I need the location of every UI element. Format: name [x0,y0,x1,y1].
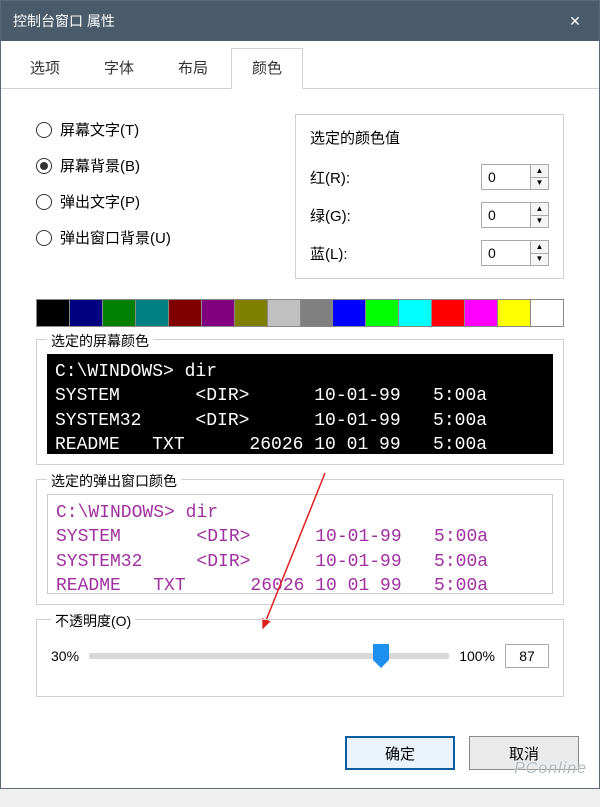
slider-thumb[interactable] [373,644,389,668]
spin-down-icon[interactable]: ▼ [531,216,548,228]
radio-popup-text[interactable]: 弹出文字(P) [36,191,275,212]
close-icon: ✕ [569,13,581,30]
popup-color-preview: 选定的弹出窗口颜色 C:\WINDOWS> dir SYSTEM <DIR> 1… [36,479,564,605]
color-swatch[interactable] [465,300,498,326]
properties-window: 控制台窗口 属性 ✕ 选项 字体 布局 颜色 屏幕文字(T) 屏幕背景(B) [0,0,600,789]
green-spinner[interactable]: ▲ ▼ [481,202,549,228]
color-swatch[interactable] [333,300,366,326]
spin-down-icon[interactable]: ▼ [531,254,548,266]
screen-color-preview: 选定的屏幕颜色 C:\WINDOWS> dir SYSTEM <DIR> 10-… [36,339,564,465]
window-title: 控制台窗口 属性 [13,11,115,31]
green-label: 绿(G): [310,205,473,226]
opacity-input[interactable] [505,644,549,668]
opacity-group: 不透明度(O) 30% 100% [36,619,564,697]
spin-up-icon[interactable]: ▲ [531,203,548,216]
spin-up-icon[interactable]: ▲ [531,241,548,254]
radio-icon [36,194,52,210]
color-swatch[interactable] [103,300,136,326]
radio-popup-bg[interactable]: 弹出窗口背景(U) [36,227,275,248]
spin-down-icon[interactable]: ▼ [531,178,548,190]
radio-screen-bg[interactable]: 屏幕背景(B) [36,155,275,176]
close-button[interactable]: ✕ [551,1,599,41]
color-swatch[interactable] [531,300,563,326]
tab-font[interactable]: 字体 [83,48,155,89]
tab-strip: 选项 字体 布局 颜色 [1,41,599,89]
color-swatch[interactable] [70,300,103,326]
radio-icon [36,230,52,246]
blue-input[interactable] [482,241,530,265]
color-swatch[interactable] [268,300,301,326]
green-input[interactable] [482,203,530,227]
console-preview-popup: C:\WINDOWS> dir SYSTEM <DIR> 10-01-99 5:… [47,494,553,594]
color-target-radios: 屏幕文字(T) 屏幕背景(B) 弹出文字(P) 弹出窗口背景(U) [36,114,275,279]
radio-icon [36,122,52,138]
tab-layout[interactable]: 布局 [157,48,229,89]
color-swatch[interactable] [202,300,235,326]
group-title: 选定的颜色值 [310,127,549,148]
cancel-button[interactable]: 取消 [469,736,579,770]
color-swatch[interactable] [235,300,268,326]
dialog-buttons: 确定 取消 [1,722,599,788]
color-swatch[interactable] [37,300,70,326]
ok-button[interactable]: 确定 [345,736,455,770]
selected-color-values: 选定的颜色值 红(R): ▲ ▼ 绿(G): [295,114,564,279]
tab-options[interactable]: 选项 [9,48,81,89]
color-swatches [36,299,564,327]
color-swatch[interactable] [301,300,334,326]
spin-up-icon[interactable]: ▲ [531,165,548,178]
red-spinner[interactable]: ▲ ▼ [481,164,549,190]
color-swatch[interactable] [136,300,169,326]
color-swatch[interactable] [399,300,432,326]
console-preview-screen: C:\WINDOWS> dir SYSTEM <DIR> 10-01-99 5:… [47,354,553,454]
radio-icon [36,158,52,174]
tab-colors[interactable]: 颜色 [231,48,303,89]
color-swatch[interactable] [366,300,399,326]
color-swatch[interactable] [432,300,465,326]
blue-label: 蓝(L): [310,243,473,264]
opacity-min: 30% [51,648,79,664]
color-swatch[interactable] [498,300,531,326]
opacity-slider[interactable] [89,653,449,659]
red-input[interactable] [482,165,530,189]
blue-spinner[interactable]: ▲ ▼ [481,240,549,266]
titlebar: 控制台窗口 属性 ✕ [1,1,599,41]
opacity-max: 100% [459,648,495,664]
red-label: 红(R): [310,167,473,188]
color-swatch[interactable] [169,300,202,326]
radio-screen-text[interactable]: 屏幕文字(T) [36,119,275,140]
